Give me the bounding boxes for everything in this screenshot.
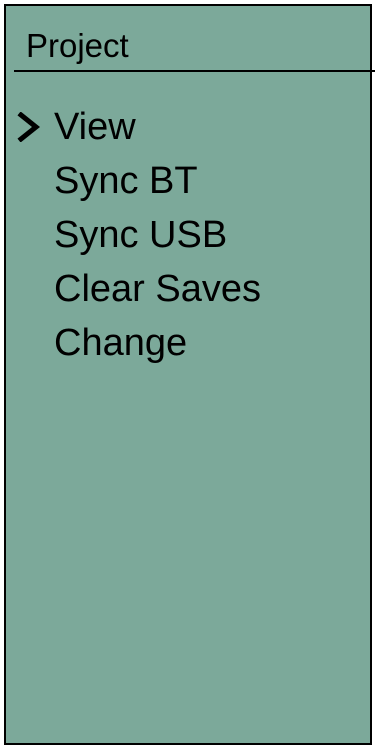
menu-item-label: Clear Saves xyxy=(54,268,261,310)
menu-item-change[interactable]: Change xyxy=(6,316,370,370)
menu-item-clear-saves[interactable]: Clear Saves xyxy=(6,262,370,316)
menu-item-sync-bt[interactable]: Sync BT xyxy=(6,154,370,208)
menu-item-label: Sync BT xyxy=(54,160,198,202)
chevron-right-icon xyxy=(17,112,41,142)
menu-item-sync-usb[interactable]: Sync USB xyxy=(6,208,370,262)
menu-item-label: Change xyxy=(54,322,188,364)
menu-item-label: View xyxy=(54,106,136,148)
project-menu: View Sync BT Sync USB Clear Saves Change xyxy=(6,100,370,370)
menu-item-label: Sync USB xyxy=(54,214,228,256)
screen-header: Project xyxy=(14,26,375,72)
menu-item-view[interactable]: View xyxy=(6,100,370,154)
device-screen: Project View Sync BT Sync USB Clear Save… xyxy=(4,4,375,745)
page-title: Project xyxy=(26,27,129,64)
